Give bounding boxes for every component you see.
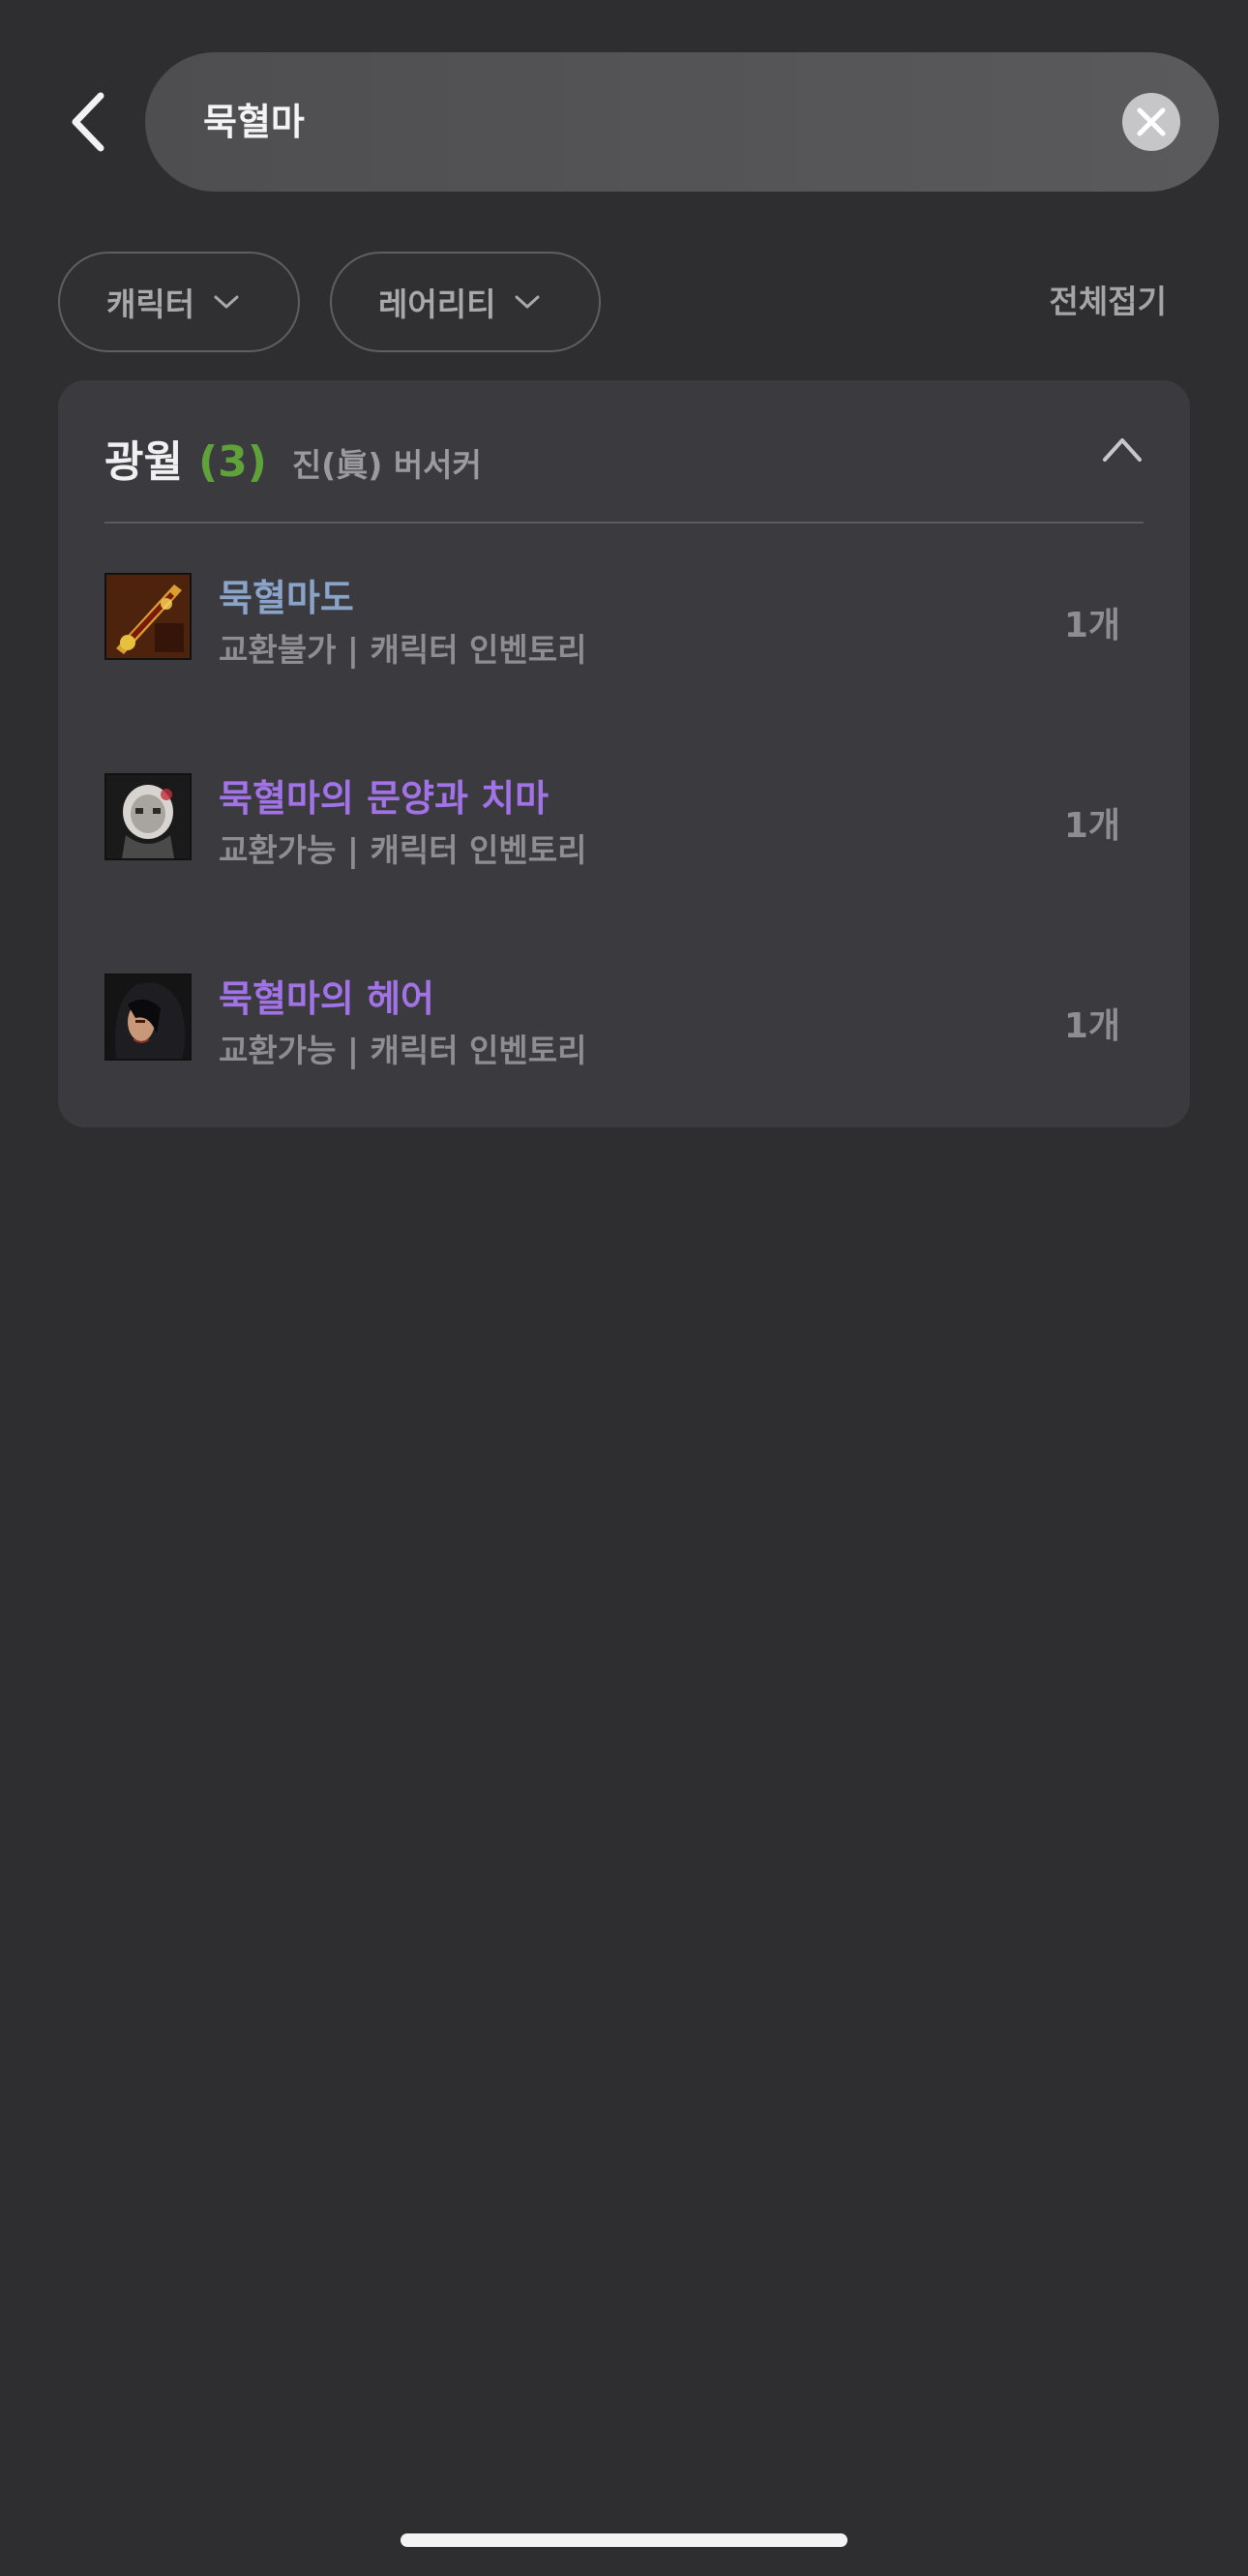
search-input[interactable] [203,52,1074,192]
item-count: (3) [197,437,267,487]
item-meta: 교환불가 | 캐릭터 인벤토리 [219,631,587,669]
home-indicator [401,2533,847,2547]
back-button[interactable] [60,91,114,153]
sword-icon [104,573,192,660]
rarity-filter-label: 레어리티 [378,285,496,323]
character-filter-dropdown[interactable]: 캐릭터 [58,252,300,352]
character-filter-label: 캐릭터 [106,285,195,323]
armor-icon [104,773,192,860]
item-quantity: 1개 [1063,606,1120,645]
item-quantity: 1개 [1063,1006,1120,1046]
chevron-down-icon [515,289,540,315]
rarity-filter-dropdown[interactable]: 레어리티 [330,252,601,352]
item-meta: 교환가능 | 캐릭터 인벤토리 [219,831,587,869]
item-meta: 교환가능 | 캐릭터 인벤토리 [219,1032,587,1069]
list-item[interactable]: 묵혈마의 헤어 교환가능 | 캐릭터 인벤토리 1개 [104,942,1144,1087]
search-box[interactable] [145,52,1219,192]
character-group-card: 광월 (3) 진(眞) 버서커 묵혈마도 교환불가 | 캐릭터 인벤토리 1개 [58,380,1190,1127]
item-name: 묵혈마의 문양과 치마 [219,777,550,820]
character-class: 진(眞) 버서커 [291,446,482,484]
item-name: 묵혈마도 [219,577,354,619]
item-name: 묵혈마의 헤어 [219,977,434,1020]
top-bar [0,52,1248,192]
collapse-all-button[interactable]: 전체접기 [1050,252,1167,352]
item-quantity: 1개 [1063,806,1120,846]
chevron-left-icon [72,92,104,152]
clear-search-button[interactable] [1122,93,1180,151]
group-title: 광월 (3) 진(眞) 버서커 [104,427,482,489]
hair-icon [104,973,192,1061]
filter-bar: 캐릭터 레어리티 전체접기 [0,252,1248,352]
group-header[interactable]: 광월 (3) 진(眞) 버서커 [104,380,1144,524]
close-icon [1137,107,1166,136]
list-item[interactable]: 묵혈마의 문양과 치마 교환가능 | 캐릭터 인벤토리 1개 [104,741,1144,886]
chevron-up-icon[interactable] [1101,434,1144,464]
chevron-down-icon [214,289,239,315]
list-item[interactable]: 묵혈마도 교환불가 | 캐릭터 인벤토리 1개 [104,541,1144,686]
server-name: 광월 [104,437,183,487]
